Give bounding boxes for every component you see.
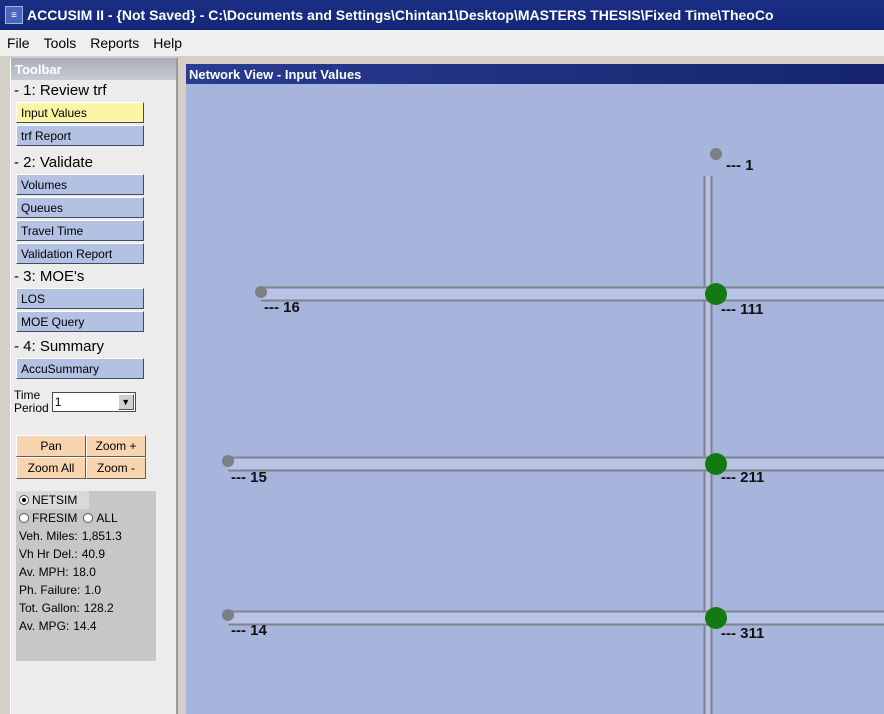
radio-row-fresim-all: FRESIM ALL (16, 509, 156, 527)
los-button[interactable]: LOS (16, 288, 144, 309)
stat-av-mpg: Av. MPG: 14.4 (19, 619, 97, 633)
node-15-label: --- 15 (231, 469, 267, 486)
stat-av-mph: Av. MPH: 18.0 (19, 565, 96, 579)
accusummary-button[interactable]: AccuSummary (16, 358, 144, 379)
time-period-value: 1 (54, 395, 62, 409)
section-moes: - 3: MOE's (14, 268, 85, 285)
map-navigation-buttons: Pan Zoom + Zoom All Zoom - (16, 435, 176, 479)
title-bar: ≡ ACCUSIM II - {Not Saved} - C:\Document… (0, 0, 884, 30)
menu-reports[interactable]: Reports (83, 35, 146, 51)
radio-fresim-icon[interactable] (19, 513, 29, 523)
radio-fresim[interactable]: FRESIM (32, 511, 77, 525)
toolbar-title: Toolbar (11, 58, 176, 80)
radio-all-icon[interactable] (83, 513, 94, 523)
moe-query-button[interactable]: MOE Query (16, 311, 144, 332)
radio-selected-icon (19, 495, 29, 505)
node-211-label: --- 211 (721, 469, 764, 486)
node-1-label: --- 1 (726, 157, 754, 174)
chevron-down-icon[interactable]: ▼ (117, 394, 134, 410)
radio-all[interactable]: ALL (96, 511, 117, 525)
node-14[interactable] (222, 609, 234, 621)
node-311-label: --- 311 (721, 625, 764, 642)
menu-tools[interactable]: Tools (37, 35, 84, 51)
stat-ph-failure: Ph. Failure: 1.0 (19, 583, 102, 597)
zoom-all-button[interactable]: Zoom All (16, 457, 86, 479)
stat-tot-gallon: Tot. Gallon: 128.2 (19, 601, 114, 615)
node-1[interactable] (710, 148, 722, 160)
stat-veh-miles: Veh. Miles: 1,851.3 (19, 529, 122, 543)
zoom-in-button[interactable]: Zoom + (86, 435, 146, 457)
node-16-label: --- 16 (264, 299, 300, 316)
radio-netsim[interactable]: NETSIM (16, 491, 89, 509)
section-review-trf: - 1: Review trf (14, 82, 107, 99)
network-view-title: Network View - Input Values (186, 64, 884, 84)
queues-button[interactable]: Queues (16, 197, 144, 218)
node-16[interactable] (255, 286, 267, 298)
time-period-label: Time Period (14, 388, 49, 415)
network-view-panel[interactable]: Network View - Input Values --- 1 --- 16… (186, 64, 884, 714)
node-111-label: --- 111 (721, 301, 764, 318)
validation-report-button[interactable]: Validation Report (16, 243, 144, 264)
stat-vh-hr-del: Vh Hr Del.: 40.9 (19, 547, 106, 561)
app-icon: ≡ (5, 6, 23, 24)
window-title: ACCUSIM II - {Not Saved} - C:\Documents … (27, 7, 774, 23)
node-15[interactable] (222, 455, 234, 467)
zoom-out-button[interactable]: Zoom - (86, 457, 146, 479)
time-period-select[interactable]: 1 ▼ (51, 392, 136, 412)
time-period-row: Time Period 1 ▼ (14, 389, 176, 415)
toolbar-panel: Toolbar - 1: Review trf Input Values trf… (10, 58, 178, 714)
pan-button[interactable]: Pan (16, 435, 86, 457)
simulation-stats-panel: NETSIM FRESIM ALL Veh. Miles: 1,851.3 Vh … (16, 491, 156, 661)
volumes-button[interactable]: Volumes (16, 174, 144, 195)
section-summary: - 4: Summary (14, 338, 105, 355)
trf-report-button[interactable]: trf Report (16, 125, 144, 146)
section-validate: - 2: Validate (14, 154, 93, 171)
menu-file[interactable]: File (0, 35, 37, 51)
network-canvas[interactable]: --- 1 --- 16 --- 111 --- 15 --- 211 --- … (186, 84, 884, 714)
input-values-button[interactable]: Input Values (16, 102, 144, 123)
travel-time-button[interactable]: Travel Time (16, 220, 144, 241)
menu-bar: File Tools Reports Help (0, 30, 884, 56)
menu-help[interactable]: Help (146, 35, 189, 51)
node-14-label: --- 14 (231, 622, 267, 639)
